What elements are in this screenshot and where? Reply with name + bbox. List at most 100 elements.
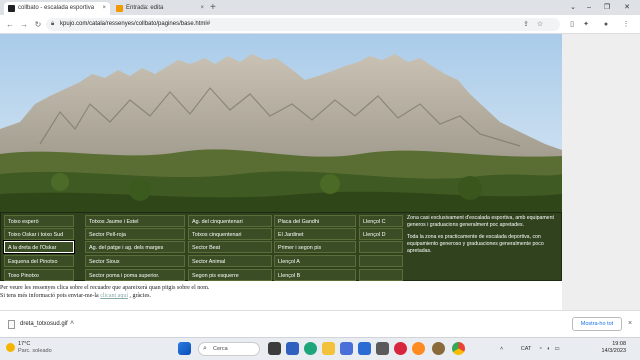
- mountain-photo: [0, 34, 562, 212]
- sector-cell[interactable]: Llençol D: [359, 228, 403, 240]
- site-favicon-icon: [8, 5, 15, 12]
- url-text: kpujo.com/catala/ressenyes/collbato/pagi…: [60, 21, 211, 27]
- new-tab-icon[interactable]: +: [210, 1, 216, 14]
- volume-icon[interactable]: ◖: [547, 346, 550, 352]
- tab-bar: collbato - escalada esportiva × Entrada:…: [0, 0, 640, 15]
- address-bar[interactable]: 🔒︎ kpujo.com/catala/ressenyes/collbato/p…: [46, 18, 560, 31]
- sector-cell-empty: [359, 269, 403, 281]
- taskbar: 17°C Parc. soleado ⌕ Cerca ˄ CAT ◔ ◖ ▭ 1…: [0, 337, 640, 360]
- menu-icon[interactable]: ⋮: [620, 18, 632, 31]
- montserrat-panorama-image: [0, 34, 562, 212]
- app-icon[interactable]: [376, 342, 389, 355]
- instructions-line: Per veure les ressenyes clica sobre el r…: [0, 285, 210, 291]
- contact-link[interactable]: clicant aquí: [100, 293, 128, 299]
- sector-cell[interactable]: Esquena del Pinotxo: [4, 255, 74, 267]
- download-bar: dreta_totxosud.gif ˄ Mostra-ho tot ×: [0, 310, 640, 337]
- file-icon: [8, 320, 15, 329]
- sector-cell[interactable]: Toixo esperò: [4, 215, 74, 227]
- sector-cell-empty: [359, 255, 403, 267]
- clock-date: 14/3/2023: [601, 348, 626, 354]
- extensions-icon[interactable]: ✦: [580, 18, 592, 31]
- tab-title: collbato - escalada esportiva: [18, 5, 95, 11]
- download-menu-icon[interactable]: ˄: [70, 319, 74, 329]
- minimize-icon[interactable]: –: [582, 0, 596, 15]
- widgets-icon[interactable]: [286, 342, 299, 355]
- contact-line: Si tens més informació pots enviar-me-la…: [0, 292, 562, 300]
- tab-collbato[interactable]: collbato - escalada esportiva ×: [4, 2, 110, 15]
- bookmark-star-icon[interactable]: ☆: [534, 18, 546, 31]
- edge-icon[interactable]: [304, 342, 317, 355]
- sun-icon: [6, 343, 15, 352]
- sector-cell[interactable]: Sector Sioux: [85, 255, 185, 267]
- tab-title: Entrada: edita: [126, 5, 164, 11]
- tab-entrada[interactable]: Entrada: edita ×: [112, 2, 208, 15]
- sector-cell[interactable]: Sector Beat: [188, 241, 272, 253]
- taskbar-search[interactable]: ⌕ Cerca: [198, 342, 260, 356]
- sector-cell[interactable]: Placa del Gandhi: [274, 215, 356, 227]
- zone-description: Zona casi exclusivament d'escalada espor…: [407, 215, 557, 279]
- maximize-icon[interactable]: ❐: [600, 0, 614, 15]
- back-icon[interactable]: ←: [4, 18, 16, 31]
- sector-cell[interactable]: Sector poma i poma superior.: [85, 269, 185, 281]
- chrome-icon[interactable]: [452, 342, 465, 355]
- tab-search-icon[interactable]: ⌄: [566, 0, 580, 15]
- close-tab-icon[interactable]: ×: [102, 2, 106, 15]
- app-icon-2[interactable]: [432, 342, 445, 355]
- weather-desc: Parc. soleado: [18, 348, 52, 354]
- sector-cell[interactable]: Ag. del cinquentenari: [188, 215, 272, 227]
- firefox-icon[interactable]: [412, 342, 425, 355]
- page-viewport: Toixo esperò Toixo Oskar i toixo Sud A la …: [0, 34, 640, 310]
- tray-chevron-icon[interactable]: ˄: [500, 346, 503, 352]
- side-panel-icon[interactable]: ▯: [566, 18, 578, 31]
- sector-cell[interactable]: Sector Animal: [188, 255, 272, 267]
- clock[interactable]: 19:08 14/3/2023: [586, 341, 626, 355]
- tray-language[interactable]: CAT: [521, 346, 532, 352]
- sector-cell[interactable]: El Jardinet: [274, 228, 356, 240]
- share-icon[interactable]: ⇪: [520, 18, 532, 31]
- sector-cell[interactable]: Totxos cinquentenari: [188, 228, 272, 240]
- opera-icon[interactable]: [394, 342, 407, 355]
- sector-cell[interactable]: Llençol C: [359, 215, 403, 227]
- wifi-icon[interactable]: ◔: [539, 346, 542, 352]
- sector-cell[interactable]: Segon pis esquerre: [188, 269, 272, 281]
- page-instructions: Per veure les ressenyes clica sobre el r…: [0, 284, 562, 300]
- sector-cell[interactable]: Ag. del patge i ag. dels marges: [85, 241, 185, 253]
- sector-cell[interactable]: Toixo Oskar i toixo Sud: [4, 228, 74, 240]
- show-all-button[interactable]: Mostra-ho tot: [572, 317, 622, 331]
- download-bar-close-icon[interactable]: ×: [628, 318, 632, 330]
- forward-icon[interactable]: →: [18, 18, 30, 31]
- sector-cell[interactable]: Llençol B: [274, 269, 356, 281]
- close-tab-icon[interactable]: ×: [200, 2, 204, 15]
- sector-cell[interactable]: Sector Pell-roja: [85, 228, 185, 240]
- window-close-icon[interactable]: ✕: [620, 0, 634, 15]
- download-filename: dreta_totxosud.gif: [20, 321, 68, 327]
- clock-time: 19:08: [612, 341, 626, 347]
- search-label: Cerca: [213, 346, 228, 352]
- reload-icon[interactable]: ↻: [32, 18, 44, 31]
- page-side-area: [562, 34, 640, 310]
- lock-icon[interactable]: 🔒︎: [51, 18, 54, 31]
- search-icon: ⌕: [203, 345, 207, 352]
- start-icon[interactable]: [178, 342, 191, 355]
- sector-cell[interactable]: Llençol A: [274, 255, 356, 267]
- toolbar: ← → ↻ 🔒︎ kpujo.com/catala/ressenyes/coll…: [0, 15, 640, 34]
- download-item[interactable]: dreta_totxosud.gif: [8, 319, 68, 329]
- store-icon[interactable]: [340, 342, 353, 355]
- sector-cell[interactable]: Totxos Jaume i Estel: [85, 215, 185, 227]
- sector-cell[interactable]: Primer i segon pis: [274, 241, 356, 253]
- battery-icon[interactable]: ▭: [555, 346, 560, 352]
- system-tray[interactable]: ˄ CAT ◔ ◖ ▭: [500, 343, 560, 355]
- zone-description-catalan: Zona casi exclusivament d'escalada espor…: [407, 215, 554, 228]
- contact-text: Si tens més informació pots enviar-me-la: [0, 293, 99, 299]
- profile-icon[interactable]: ●: [600, 18, 612, 31]
- contact-thanks: , gràcies.: [129, 293, 152, 299]
- task-view-icon[interactable]: [268, 342, 281, 355]
- sector-cell-empty: [359, 241, 403, 253]
- sector-cell[interactable]: Toxo Pinotxo: [4, 269, 74, 281]
- weather-widget[interactable]: 17°C Parc. soleado: [6, 341, 52, 355]
- blogger-favicon-icon: [116, 5, 123, 12]
- sector-table: Toixo esperò Toixo Oskar i toixo Sud A la …: [0, 212, 562, 281]
- file-explorer-icon[interactable]: [322, 342, 335, 355]
- mail-icon[interactable]: [358, 342, 371, 355]
- sector-cell[interactable]: A la dreta de l'Oskar: [3, 240, 75, 254]
